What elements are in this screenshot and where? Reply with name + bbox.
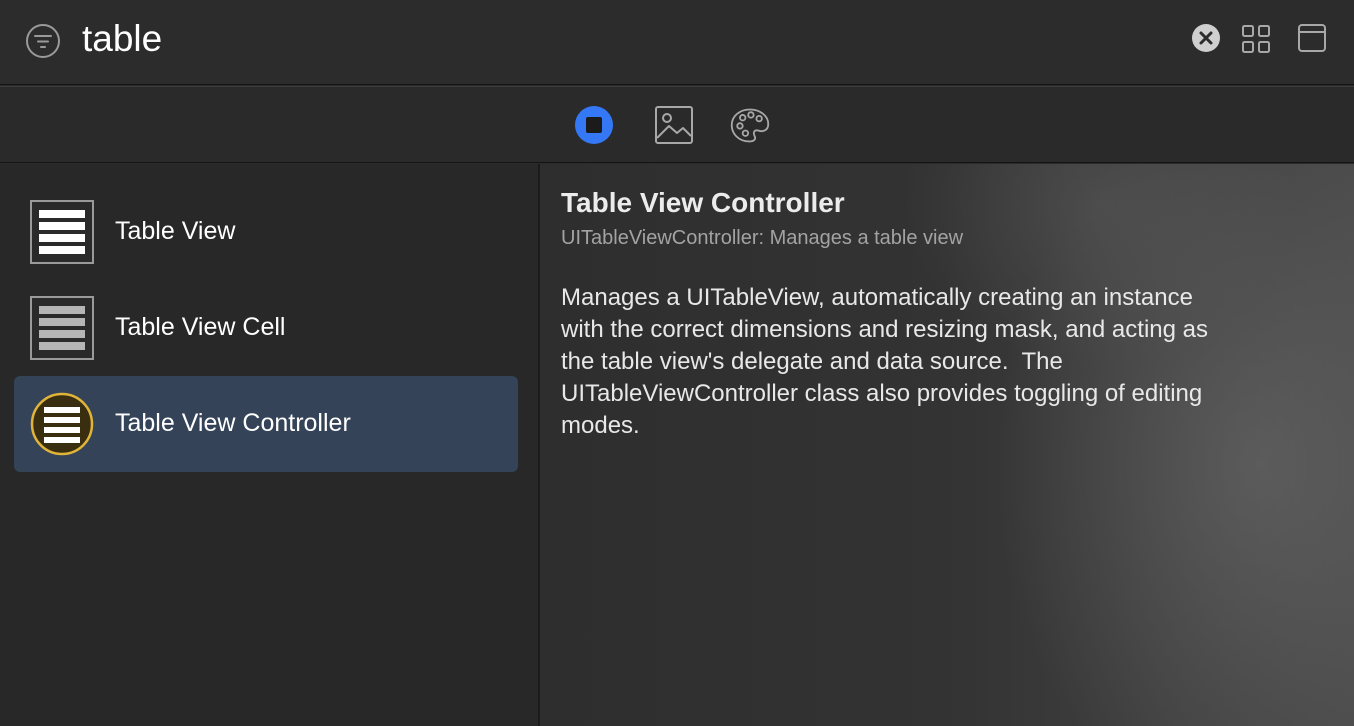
search-bar xyxy=(0,0,1354,85)
object-library-window: Table View Table View Cell Table View Co… xyxy=(0,0,1354,726)
detail-description: Manages a UITableView, automatically cre… xyxy=(561,284,1208,439)
list-item-label: Table View Controller xyxy=(115,409,351,437)
clear-icon[interactable] xyxy=(1191,23,1221,53)
detail-subtitle: UITableViewController: Manages a table v… xyxy=(561,227,964,249)
list-item-label: Table View Cell xyxy=(115,313,286,341)
search-input[interactable] xyxy=(82,14,1162,64)
list-item-table-view[interactable]: Table View xyxy=(14,184,518,280)
table-view-cell-icon xyxy=(30,296,94,360)
window-icon[interactable] xyxy=(1297,23,1327,53)
list-item-label: Table View xyxy=(115,217,236,245)
table-view-controller-icon xyxy=(30,392,94,456)
grid-view-icon[interactable] xyxy=(1241,24,1271,54)
filter-icon[interactable] xyxy=(25,23,61,59)
palette-icon[interactable] xyxy=(729,104,771,146)
detail-pane: Table View Controller UITableViewControl… xyxy=(540,164,1354,726)
image-icon[interactable] xyxy=(653,104,695,146)
table-view-icon xyxy=(30,200,94,264)
objects-icon[interactable] xyxy=(573,104,615,146)
list-item-table-view-controller[interactable]: Table View Controller xyxy=(14,376,518,472)
object-list: Table View Table View Cell Table View Co… xyxy=(0,164,538,726)
list-item-table-view-cell[interactable]: Table View Cell xyxy=(14,280,518,376)
detail-title: Table View Controller xyxy=(561,187,845,218)
library-tab-bar xyxy=(0,86,1354,163)
